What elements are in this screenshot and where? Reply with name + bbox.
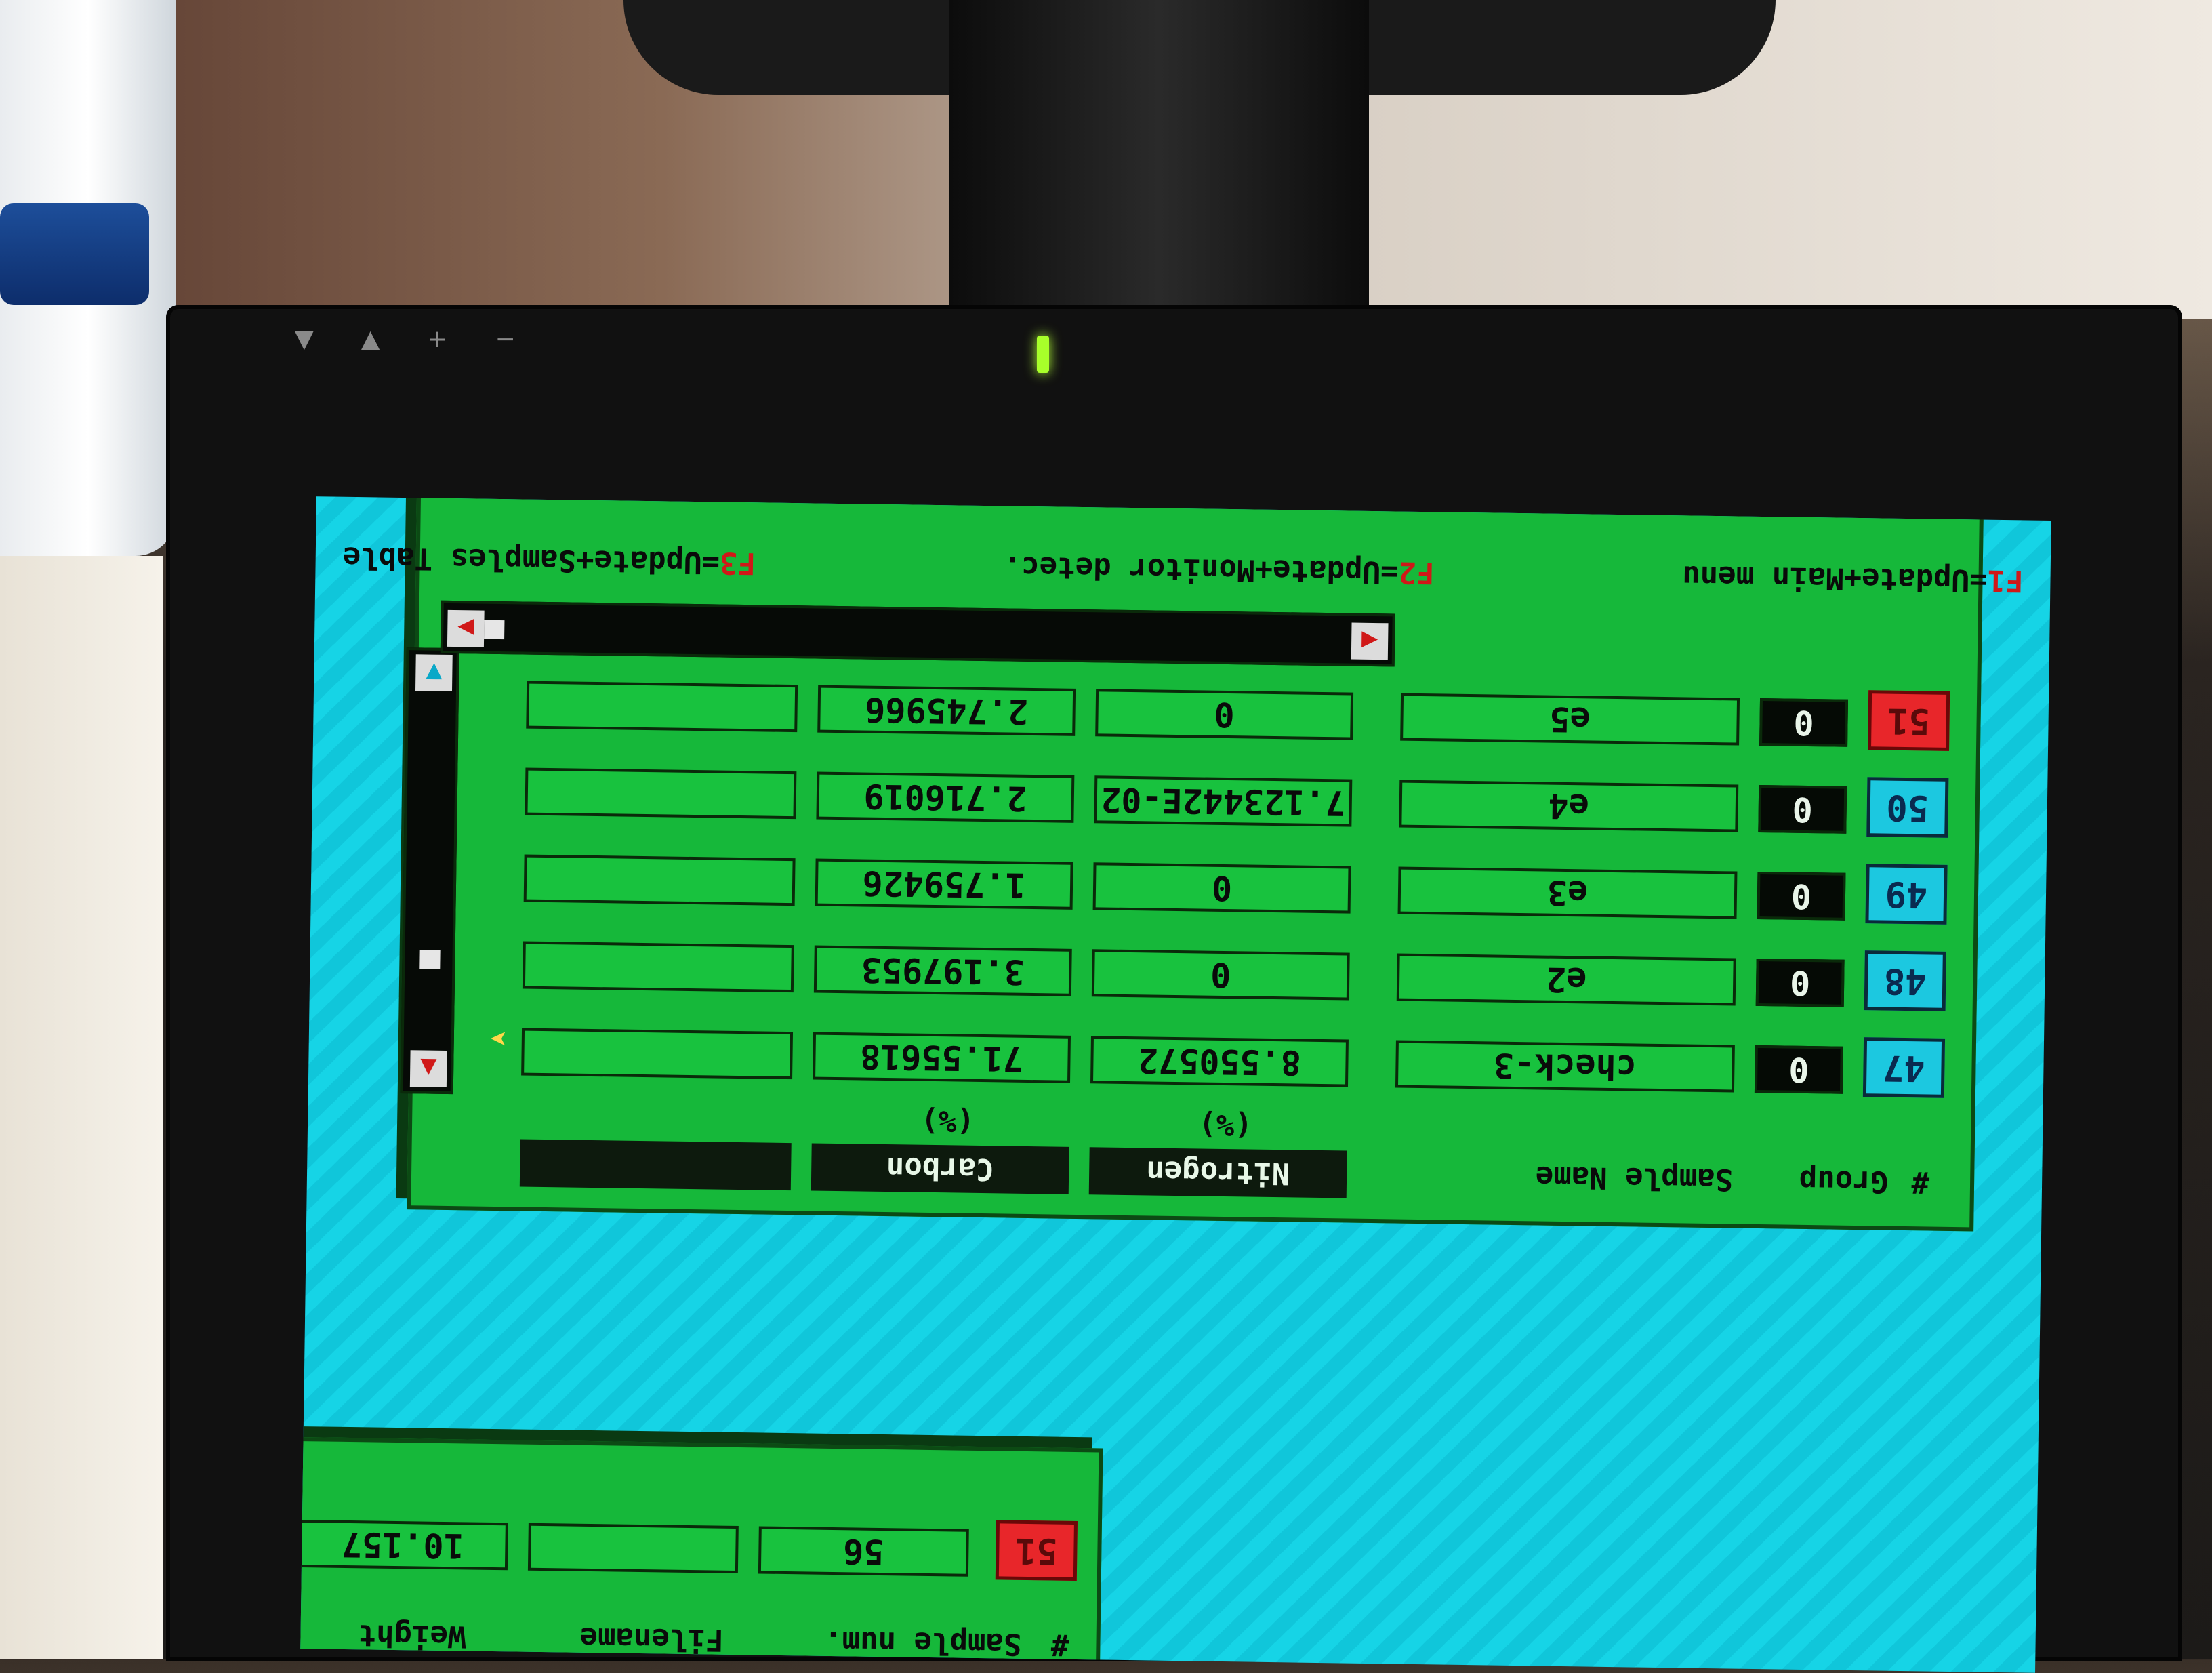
row-number[interactable]: 49 (1865, 864, 1948, 925)
col3-field[interactable] (523, 854, 796, 906)
group-field[interactable]: 0 (1759, 698, 1849, 747)
sample-name-field[interactable]: e4 (1399, 780, 1739, 832)
sample-weight-row[interactable]: 51 56 10.157 (300, 1508, 1078, 1581)
header-carbon[interactable]: Carbon (811, 1143, 1069, 1194)
vertical-scrollbar[interactable]: ▲ ▼ (400, 647, 459, 1095)
nitrogen-field[interactable]: 8.550572 (1090, 1036, 1349, 1087)
col3-field[interactable] (525, 767, 797, 820)
menu-up-icon[interactable]: ▲ (361, 325, 380, 353)
screen: # Sample num. Filename Weight 51 56 10.1… (300, 496, 2051, 1673)
sample-name-field[interactable]: e3 (1397, 866, 1738, 919)
table-row[interactable]: 48 0 e2 0 3.197953 (455, 929, 1946, 1011)
left-surface (0, 556, 163, 1659)
group-field[interactable]: 0 (1757, 871, 1846, 921)
left-arrow-icon[interactable]: ◀ (1351, 622, 1389, 660)
sample-weight-panel: # Sample num. Filename Weight 51 56 10.1… (300, 1436, 1103, 1673)
carbon-field[interactable]: 2.716019 (816, 771, 1075, 823)
sample-name-field[interactable]: e5 (1400, 693, 1740, 746)
fkey-f2[interactable]: F2=Update+Monitor detec. (1003, 550, 1434, 590)
monitor-stand (949, 0, 1369, 352)
header-group: Group (1799, 1163, 1889, 1199)
power-led (1037, 336, 1049, 373)
scroll-thumb[interactable] (419, 950, 441, 969)
carbon-field[interactable]: 3.197953 (813, 945, 1072, 996)
plus-icon[interactable]: + (427, 325, 447, 353)
sample-name-field[interactable]: check-3 (1395, 1040, 1735, 1093)
down-arrow-icon[interactable]: ▼ (415, 654, 453, 692)
col3-field[interactable] (521, 1028, 794, 1080)
sample-weight-header: # Sample num. Filename Weight (300, 1617, 1076, 1662)
filename-field[interactable] (527, 1523, 739, 1574)
right-arrow-icon[interactable]: ▶ (447, 609, 485, 647)
hscroll-thumb[interactable] (484, 620, 505, 640)
table-body: 47 0 check-3 8.550572 71.55618 48 0 e2 0 3.197953… (411, 681, 1969, 1227)
row-number[interactable]: 47 (1862, 1037, 1946, 1098)
table-row[interactable]: 49 0 e3 0 1.759426 (456, 843, 1948, 925)
carbon-field[interactable]: 71.55618 (813, 1032, 1071, 1083)
table-row[interactable]: 51 0 e5 0 2.745966 (458, 669, 1950, 751)
header-weight: Weight (358, 1617, 466, 1654)
sample-num-field[interactable]: 56 (758, 1526, 969, 1577)
up-arrow-icon[interactable]: ▲ (409, 1050, 447, 1087)
minus-icon[interactable]: − (495, 325, 516, 353)
table-row[interactable]: 50 0 e4 7.123442E-02 2.716019 (457, 756, 1949, 838)
header-sample-name: Sample Name (1535, 1159, 1734, 1197)
header-col3[interactable] (519, 1139, 792, 1191)
group-field[interactable]: 0 (1758, 784, 1847, 834)
header-carbon-unit: (%) (920, 1103, 975, 1139)
header-num: # (1050, 1627, 1069, 1662)
nitrogen-field[interactable]: 0 (1092, 862, 1351, 914)
group-field[interactable]: 0 (1755, 958, 1845, 1007)
carbon-field[interactable]: 2.745966 (817, 685, 1076, 736)
carbon-field[interactable]: 1.759426 (815, 858, 1073, 910)
monitor: ▼ ▲ + − # Sample num. Filename Weight 51… (166, 305, 2182, 1673)
nitrogen-field[interactable]: 0 (1095, 689, 1354, 740)
nitrogen-field[interactable]: 7.123442E-02 (1094, 775, 1353, 827)
row-number[interactable]: 51 (995, 1520, 1078, 1581)
monitor-buttons: ▼ ▲ + − (295, 325, 516, 353)
horizontal-scrollbar[interactable]: ◀ ▶ (440, 600, 1395, 667)
group-field[interactable]: 0 (1754, 1045, 1843, 1094)
mouse-cursor-icon: ➤ (489, 1020, 508, 1055)
header-filename: Filename (579, 1620, 724, 1657)
fkey-f1[interactable]: F1=Update+Main menu (1682, 559, 2024, 599)
sample-name-field[interactable]: e2 (1396, 953, 1736, 1006)
weight-field[interactable]: 10.157 (300, 1519, 508, 1571)
header-nitrogen[interactable]: Nitrogen (1088, 1147, 1347, 1198)
samples-table-panel: # Group Sample Name Nitrogen (%) Carbon … (400, 496, 1984, 1232)
nitrogen-field[interactable]: 0 (1091, 949, 1350, 1001)
header-sample-num: Sample num. (823, 1624, 1022, 1661)
menu-down-icon[interactable]: ▼ (295, 325, 314, 353)
table-header: # Group Sample Name Nitrogen (%) Carbon … (452, 1097, 1944, 1207)
col3-field[interactable] (526, 681, 798, 733)
header-nitrogen-unit: (%) (1198, 1107, 1253, 1143)
header-num: # (1911, 1165, 1930, 1200)
row-number[interactable]: 51 (1867, 690, 1950, 751)
col3-field[interactable] (522, 941, 794, 993)
table-row[interactable]: 47 0 check-3 8.550572 71.55618 (453, 1016, 1946, 1098)
wash-bottle-cap (0, 203, 149, 305)
fkey-f3[interactable]: F3=Update+Samples Table (342, 540, 756, 581)
row-number[interactable]: 50 (1866, 777, 1949, 838)
row-number[interactable]: 48 (1864, 950, 1946, 1011)
